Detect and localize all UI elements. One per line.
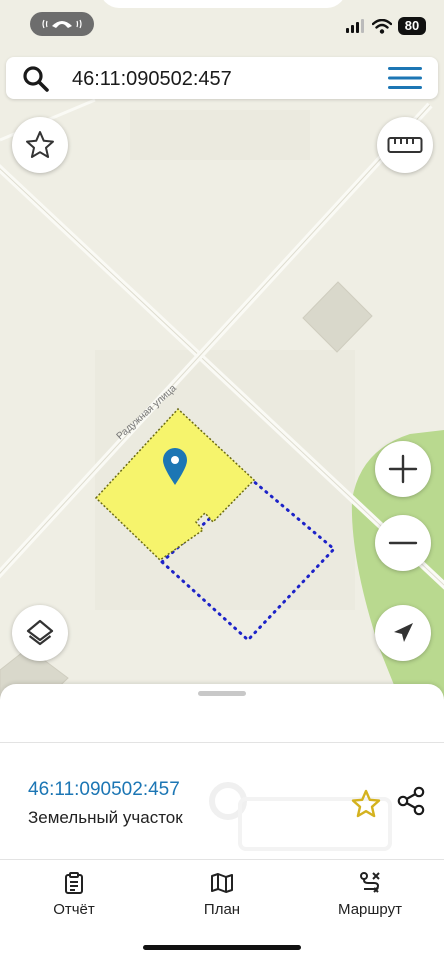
map-block — [130, 110, 310, 160]
map-plan-icon — [211, 873, 233, 893]
signal-icon — [346, 19, 364, 33]
zoom-in-button[interactable] — [375, 441, 431, 497]
building — [302, 281, 373, 353]
phone-call-icon[interactable] — [30, 12, 94, 36]
sheet-drag-handle[interactable] — [198, 691, 246, 696]
tab-plan[interactable]: План — [162, 871, 282, 921]
divider — [0, 859, 444, 860]
map-canvas[interactable]: Радужная улица — [0, 0, 444, 700]
status-indicators: 80 — [346, 16, 426, 36]
locate-arrow-icon — [394, 623, 413, 642]
favorites-button[interactable] — [12, 117, 68, 173]
ruler-button[interactable] — [377, 117, 433, 173]
search-icon[interactable] — [22, 65, 50, 93]
ruler-icon — [387, 137, 423, 153]
wifi-icon — [372, 18, 392, 34]
tab-report[interactable]: Отчёт — [14, 871, 134, 921]
parcel-type-label: Земельный участок — [28, 808, 183, 827]
tab-route-label: Маршрут — [338, 901, 402, 918]
battery-level: 80 — [398, 17, 426, 35]
star-outline-icon[interactable] — [350, 788, 382, 820]
route-icon — [360, 872, 380, 893]
map-view[interactable]: Радужная улица — [0, 0, 444, 700]
tab-route[interactable]: Маршрут — [310, 871, 430, 921]
home-indicator[interactable] — [143, 945, 301, 950]
layers-button[interactable] — [12, 605, 68, 661]
share-icon[interactable] — [394, 784, 428, 818]
search-bar[interactable]: 46:11:090502:457 — [6, 57, 438, 99]
hamburger-menu-icon[interactable] — [388, 67, 422, 89]
parcel-cadastral-number[interactable]: 46:11:090502:457 — [28, 779, 180, 801]
layers-icon — [26, 619, 54, 646]
tab-plan-label: План — [203, 901, 241, 918]
info-bottom-sheet[interactable]: 46:11:090502:457 Земельный участок Отчёт… — [0, 684, 444, 960]
search-input[interactable]: 46:11:090502:457 — [72, 67, 232, 91]
star-outline-icon — [26, 131, 54, 158]
zoom-out-icon — [388, 541, 418, 545]
divider — [0, 742, 444, 743]
clipboard-report-icon — [65, 872, 83, 894]
status-bar: 80 — [0, 0, 444, 52]
tab-report-label: Отчёт — [53, 901, 95, 918]
dynamic-island — [100, 0, 346, 8]
zoom-in-icon — [388, 454, 418, 484]
locate-button[interactable] — [375, 605, 431, 661]
zoom-out-button[interactable] — [375, 515, 431, 571]
